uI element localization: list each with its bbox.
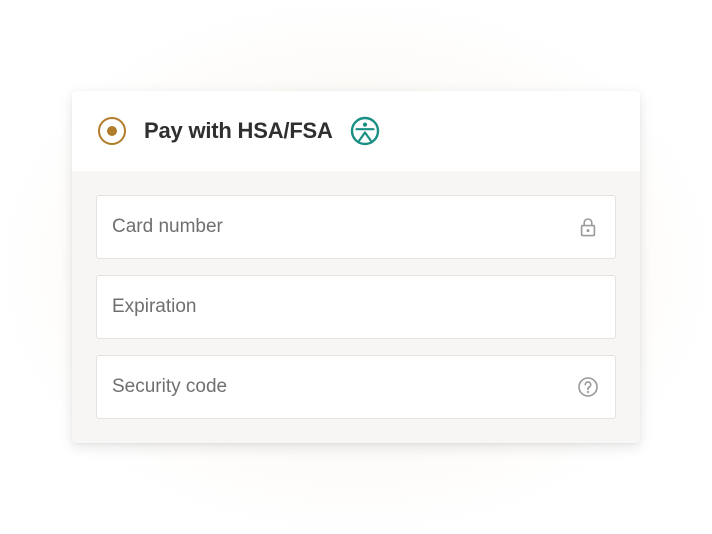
payment-method-card: Pay with HSA/FSA [72,91,640,443]
card-number-field [96,195,616,259]
radio-selected-dot [106,125,117,136]
help-circle-icon[interactable] [577,376,599,398]
security-code-input[interactable] [97,356,615,418]
hsa-fsa-payment-option[interactable]: Pay with HSA/FSA [72,91,640,171]
security-code-field [96,355,616,419]
payment-option-radio[interactable] [98,117,126,145]
expiration-input[interactable] [97,276,615,338]
payment-option-label: Pay with HSA/FSA [144,118,333,143]
person-in-circle-icon [350,116,380,146]
lock-icon [580,218,596,237]
card-number-input[interactable] [97,196,615,258]
expiration-field [96,275,616,339]
